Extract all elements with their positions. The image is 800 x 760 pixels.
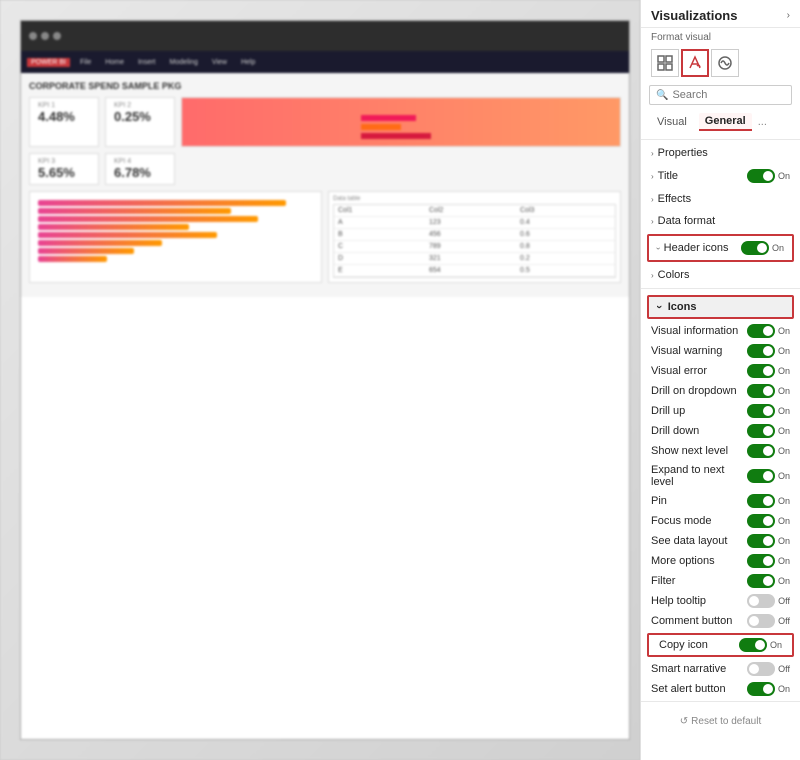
properties-section[interactable]: › Properties [641, 142, 800, 164]
header-icons-toggle-label: On [772, 243, 784, 253]
filter-toggle[interactable] [747, 574, 775, 588]
see-data-layout-row: See data layout On [641, 531, 800, 551]
drill-down-row: Drill down On [641, 421, 800, 441]
kpi-card-5: KPI 4 6.78% [105, 153, 175, 185]
panel-close-chevron[interactable]: › [787, 10, 790, 21]
pin-row: Pin On [641, 491, 800, 511]
toolbar-grid-icon[interactable] [651, 49, 679, 77]
drill-down-toggle[interactable] [747, 424, 775, 438]
kpi-card-3 [181, 97, 621, 147]
header-icons-toggle-thumb [757, 243, 767, 253]
visualizations-panel: Visualizations › Format visual [640, 0, 800, 760]
data-format-section[interactable]: › Data format [641, 210, 800, 232]
expand-to-next-level-row: Expand to next level On [641, 461, 800, 491]
title-toggle-label: On [778, 171, 790, 181]
header-icons-label: › Header icons [657, 242, 729, 254]
drill-on-dropdown-row: Drill on dropdown On [641, 381, 800, 401]
pin-toggle[interactable] [747, 494, 775, 508]
icons-section-label: › Icons [649, 297, 792, 317]
dashboard-nav: POWER BI File Home Insert Modeling View … [21, 51, 629, 73]
tab-visual[interactable]: Visual [651, 114, 693, 130]
search-input[interactable] [672, 89, 785, 101]
focus-mode-row: Focus mode On [641, 511, 800, 531]
panel-title: Visualizations [651, 8, 737, 23]
dashboard-area: POWER BI File Home Insert Modeling View … [0, 0, 640, 760]
tab-more[interactable]: ... [758, 116, 767, 128]
copy-icon-row: Copy icon On [649, 635, 792, 655]
comment-button-toggle[interactable] [747, 614, 775, 628]
reset-row: ↺ Reset to default [641, 708, 800, 735]
dashboard-title: CORPORATE SPEND SAMPLE PKG [29, 81, 621, 91]
visual-error-row: Visual error On [641, 361, 800, 381]
show-next-level-toggle[interactable] [747, 444, 775, 458]
divider-1 [641, 139, 800, 140]
visual-information-toggle[interactable] [747, 324, 775, 338]
drill-on-dropdown-toggle[interactable] [747, 384, 775, 398]
title-toggle[interactable] [747, 169, 775, 183]
more-options-row: More options On [641, 551, 800, 571]
reset-button[interactable]: ↺ Reset to default [680, 716, 761, 727]
reset-icon: ↺ [680, 716, 688, 727]
comment-button-row: Comment button Off [641, 611, 800, 631]
kpi-card-2: KPI 2 0.25% [105, 97, 175, 147]
drill-up-toggle[interactable] [747, 404, 775, 418]
filter-row: Filter On [641, 571, 800, 591]
more-options-toggle[interactable] [747, 554, 775, 568]
set-alert-button-toggle[interactable] [747, 682, 775, 696]
focus-mode-toggle[interactable] [747, 514, 775, 528]
visual-warning-row: Visual warning On [641, 341, 800, 361]
data-format-label: › Data format [651, 215, 715, 227]
title-section[interactable]: › Title On [641, 164, 800, 188]
divider-3 [641, 701, 800, 702]
tab-general[interactable]: General [699, 113, 752, 131]
effects-label: › Effects [651, 193, 691, 205]
header-icons-chevron: › [654, 247, 663, 250]
icons-section-header: › Icons [647, 295, 794, 319]
smart-narrative-toggle[interactable] [747, 662, 775, 676]
header-icons-toggle-container: On [741, 241, 784, 255]
visual-warning-toggle[interactable] [747, 344, 775, 358]
dashboard-header [21, 21, 629, 51]
data-format-chevron: › [651, 217, 654, 226]
see-data-layout-toggle[interactable] [747, 534, 775, 548]
header-icons-row[interactable]: › Header icons On [649, 236, 792, 260]
title-label: › Title [651, 170, 678, 182]
effects-chevron: › [651, 195, 654, 204]
visual-information-toggle-container: On [747, 324, 790, 338]
smart-narrative-row: Smart narrative Off [641, 659, 800, 679]
header-icons-section: › Header icons On [647, 234, 794, 262]
toolbar-row [641, 47, 800, 83]
format-visual-label: Format visual [641, 28, 800, 47]
chart-bar-left [29, 191, 322, 283]
panel-header: Visualizations › [641, 0, 800, 28]
kpi-card-4: KPI 3 5.65% [29, 153, 99, 185]
copy-icon-section: Copy icon On [647, 633, 794, 657]
properties-label: › Properties [651, 147, 708, 159]
colors-section[interactable]: › Colors [641, 264, 800, 286]
colors-label: › Colors [651, 269, 689, 281]
properties-chevron: › [651, 149, 654, 158]
kpi-card-1: KPI 1 4.48% [29, 97, 99, 147]
help-tooltip-row: Help tooltip Off [641, 591, 800, 611]
visual-information-row: Visual information On [641, 321, 800, 341]
set-alert-button-row: Set alert button On [641, 679, 800, 699]
toolbar-format-icon[interactable] [681, 49, 709, 77]
copy-icon-toggle[interactable] [739, 638, 767, 652]
title-chevron: › [651, 172, 654, 181]
colors-chevron: › [651, 271, 654, 280]
title-toggle-container: On [747, 169, 790, 183]
divider-2 [641, 288, 800, 289]
effects-section[interactable]: › Effects [641, 188, 800, 210]
title-toggle-thumb [763, 171, 773, 181]
tab-row: Visual General ... [641, 111, 800, 137]
header-icons-toggle[interactable] [741, 241, 769, 255]
drill-up-row: Drill up On [641, 401, 800, 421]
toolbar-analytics-icon[interactable] [711, 49, 739, 77]
show-next-level-row: Show next level On [641, 441, 800, 461]
visual-error-toggle[interactable] [747, 364, 775, 378]
search-icon: 🔍 [656, 90, 668, 101]
help-tooltip-toggle[interactable] [747, 594, 775, 608]
search-box[interactable]: 🔍 [649, 85, 792, 105]
expand-to-next-level-toggle[interactable] [747, 469, 775, 483]
